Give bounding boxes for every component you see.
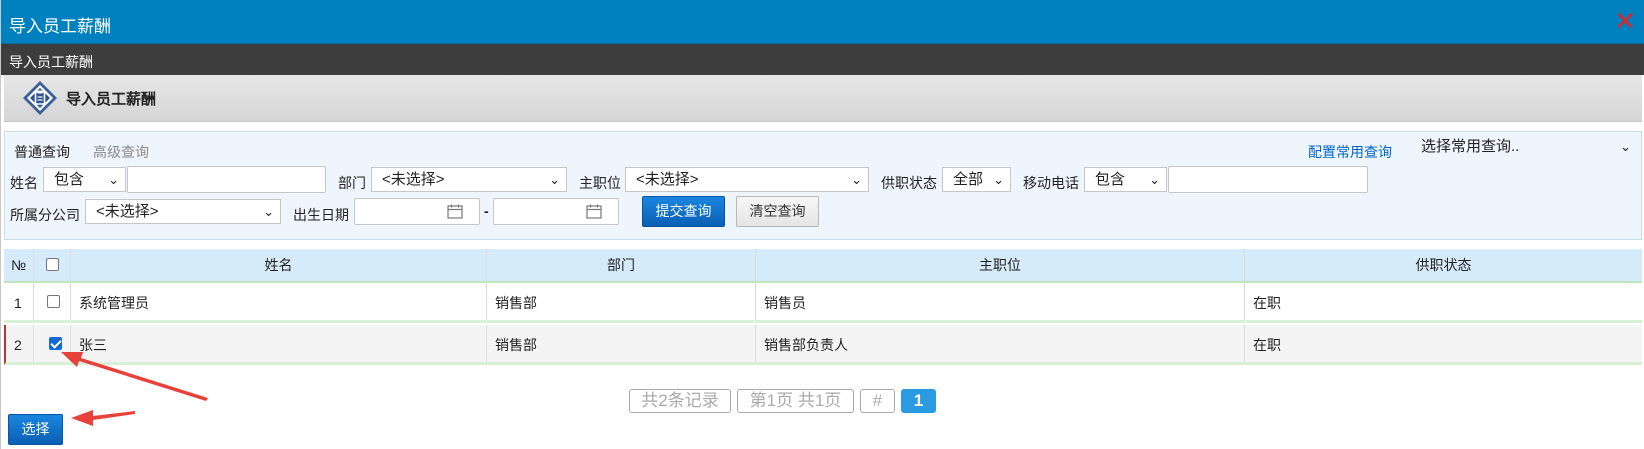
row-department: 销售部: [487, 283, 756, 320]
employment-status-select[interactable]: 全部 ⌄: [942, 167, 1011, 192]
name-operator-select[interactable]: 包含 ⌄: [43, 167, 126, 192]
sub-header-bar: 导入员工薪酬: [1, 44, 1644, 75]
branch-select[interactable]: <未选择> ⌄: [85, 199, 281, 224]
dialog-title: 导入员工薪酬: [9, 17, 111, 36]
row-select-cell: [34, 325, 71, 362]
select-all-checkbox[interactable]: [46, 258, 59, 271]
record-count: 共2条记录: [629, 389, 731, 413]
column-header-name[interactable]: 姓名: [71, 249, 487, 281]
pagination: 共2条记录 第1页 共1页 # 1: [1, 389, 1644, 413]
row-checkbox[interactable]: [49, 337, 62, 350]
chevron-down-icon: ⌄: [1620, 139, 1631, 154]
row-checkbox[interactable]: [47, 295, 60, 308]
birth-date-label: 出生日期: [293, 207, 349, 223]
birth-date-start-input[interactable]: [354, 198, 480, 225]
name-label: 姓名: [10, 175, 38, 191]
grid-header: № 姓名 部门 主职位 供职状态: [4, 249, 1642, 283]
table-row[interactable]: 2 张三 销售部 销售部负责人 在职: [4, 325, 1642, 365]
row-department: 销售部: [487, 325, 756, 362]
dialog-titlebar: 导入员工薪酬 ✕: [1, 0, 1644, 44]
mobile-input[interactable]: [1168, 166, 1368, 193]
name-input[interactable]: [127, 166, 326, 193]
page-title: 导入员工薪酬: [66, 91, 157, 108]
department-select-value: <未选择>: [382, 171, 445, 188]
branch-select-value: <未选择>: [96, 203, 159, 220]
sub-header-title: 导入员工薪酬: [9, 54, 93, 70]
department-label: 部门: [338, 175, 366, 191]
calendar-icon[interactable]: [586, 204, 602, 219]
query-panel: 普通查询 高级查询 配置常用查询 选择常用查询.. ⌄ 姓名 包含 ⌄ 部门 <…: [4, 131, 1642, 240]
row-position: 销售员: [756, 283, 1245, 320]
date-range-separator: -: [484, 203, 489, 219]
column-header-department[interactable]: 部门: [487, 249, 756, 281]
table-row[interactable]: 1 系统管理员 销售部 销售员 在职: [4, 283, 1642, 323]
row-select-cell: [34, 283, 71, 320]
select-all-cell: [34, 249, 71, 281]
row-position: 销售部负责人: [756, 325, 1245, 362]
column-header-number: №: [4, 249, 34, 281]
chevron-down-icon: ⌄: [851, 172, 862, 187]
row-name: 系统管理员: [71, 283, 487, 320]
page-1-button[interactable]: 1: [901, 389, 936, 413]
close-icon[interactable]: ✕: [1613, 8, 1637, 34]
config-common-query-link[interactable]: 配置常用查询: [1308, 142, 1392, 162]
chevron-down-icon: ⌄: [549, 172, 560, 187]
common-query-select[interactable]: 选择常用查询.. ⌄: [1411, 135, 1637, 159]
employment-status-label: 供职状态: [881, 175, 937, 191]
clear-query-button[interactable]: 清空查询: [736, 196, 819, 227]
submit-query-button[interactable]: 提交查询: [642, 196, 725, 227]
chevron-down-icon: ⌄: [263, 204, 274, 219]
position-select[interactable]: <未选择> ⌄: [625, 167, 869, 192]
department-select[interactable]: <未选择> ⌄: [371, 167, 567, 192]
name-operator-value: 包含: [54, 171, 85, 188]
position-select-value: <未选择>: [636, 171, 699, 188]
page-header: 导入员工薪酬: [4, 75, 1642, 122]
column-header-position[interactable]: 主职位: [756, 249, 1245, 281]
chevron-down-icon: ⌄: [993, 172, 1004, 187]
row-status: 在职: [1253, 295, 1281, 311]
clipboard-icon: [23, 81, 57, 115]
select-button[interactable]: 选择: [8, 414, 63, 445]
row-status: 在职: [1253, 337, 1281, 353]
birth-date-end-input[interactable]: [493, 198, 619, 225]
row-name: 张三: [71, 325, 487, 362]
chevron-down-icon: ⌄: [1149, 172, 1160, 187]
row-number: 1: [4, 283, 34, 320]
tab-basic-query[interactable]: 普通查询: [14, 142, 70, 162]
column-header-status[interactable]: 供职状态: [1245, 249, 1642, 281]
branch-label: 所属分公司: [10, 207, 80, 223]
page-jump-button[interactable]: #: [860, 389, 895, 413]
row-number: 2: [6, 325, 34, 362]
chevron-down-icon: ⌄: [108, 172, 119, 187]
common-query-select-value: 选择常用查询..: [1421, 138, 1520, 155]
employment-status-value: 全部: [953, 171, 984, 188]
page-info: 第1页 共1页: [737, 389, 854, 413]
tab-advanced-query[interactable]: 高级查询: [93, 142, 149, 162]
mobile-operator-select[interactable]: 包含 ⌄: [1084, 167, 1167, 192]
calendar-icon[interactable]: [447, 204, 463, 219]
import-salary-dialog: 导入员工薪酬 ✕ 导入员工薪酬 导入员工薪酬 普通查询 高级查询 配置常用查询 …: [0, 0, 1644, 449]
mobile-operator-value: 包含: [1095, 171, 1126, 188]
position-label: 主职位: [579, 175, 621, 191]
mobile-label: 移动电话: [1023, 175, 1079, 191]
